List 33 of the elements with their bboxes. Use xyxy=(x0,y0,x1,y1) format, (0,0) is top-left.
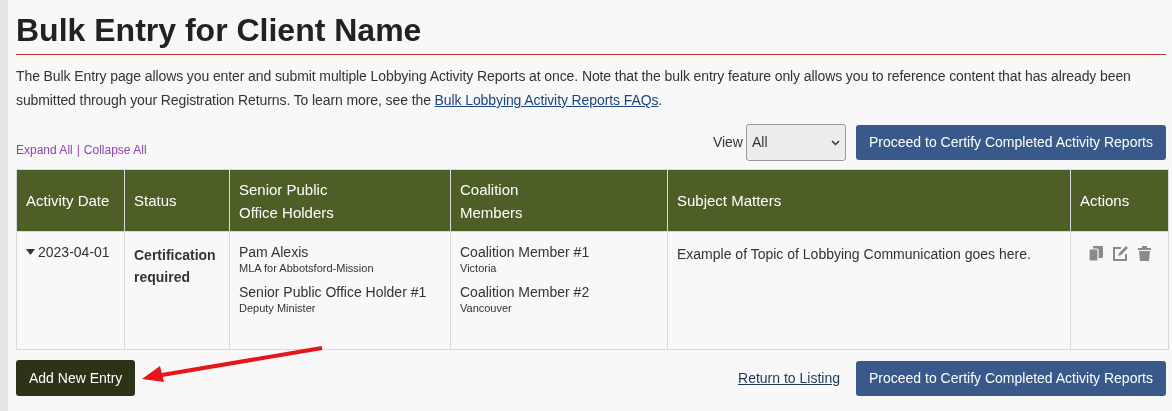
edit-icon[interactable] xyxy=(1111,246,1129,261)
expand-all-link[interactable]: Expand All xyxy=(16,141,73,159)
certify-button[interactable]: Proceed to Certify Completed Activity Reports xyxy=(856,125,1166,160)
office-holder-name: Pam Alexis xyxy=(239,244,310,261)
column-header: Senior Public Office Holders xyxy=(229,169,451,232)
coalition-member-location: Vancouver xyxy=(460,301,513,315)
column-header: Activity Date xyxy=(16,169,125,232)
page-title: Bulk Entry for Client Name xyxy=(16,11,423,50)
office-holder-name: Senior Public Office Holder #1 xyxy=(239,284,428,301)
link-separator: | xyxy=(76,142,80,159)
chevron-down-icon xyxy=(831,139,840,146)
copy-icon[interactable] xyxy=(1088,246,1103,261)
trash-icon[interactable] xyxy=(1137,246,1151,261)
add-new-entry-button[interactable]: Add New Entry xyxy=(16,360,136,396)
column-header: Status xyxy=(124,169,230,232)
column-header: Subject Matters xyxy=(667,169,1071,232)
status-text: Certification required xyxy=(134,246,217,287)
subject-matter-text: Example of Topic of Lobbying Communication goes here. xyxy=(677,246,1031,262)
collapse-all-link[interactable]: Collapse All xyxy=(83,141,147,159)
activity-date: 2023-04-01 xyxy=(38,244,110,261)
coalition-member-location: Victoria xyxy=(460,261,498,275)
return-to-listing-link[interactable]: Return to Listing xyxy=(738,367,840,389)
certify-button[interactable]: Proceed to Certify Completed Activity Reports xyxy=(856,360,1166,396)
view-label: View xyxy=(712,133,743,152)
column-header: Coalition Members xyxy=(450,169,668,232)
office-holder-title: Deputy Minister xyxy=(239,301,317,315)
coalition-member-name: Coalition Member #1 xyxy=(460,244,591,261)
coalition-member-name: Coalition Member #2 xyxy=(460,284,591,301)
office-holder-title: MLA for Abbotsford-Mission xyxy=(239,261,375,275)
view-dropdown[interactable]: All xyxy=(746,124,846,161)
column-header: Actions xyxy=(1070,169,1169,232)
intro-paragraph: The Bulk Entry page allows you enter and submit multiple Lobbying Activity Reports at once. Note that the bulk entry feature only allows you to reference content that has already been submitted through your Registration Returns. To learn more, see the Bulk Lobbying Activity Reports FAQs. xyxy=(16,67,1132,110)
caret-down-icon[interactable] xyxy=(26,248,35,255)
